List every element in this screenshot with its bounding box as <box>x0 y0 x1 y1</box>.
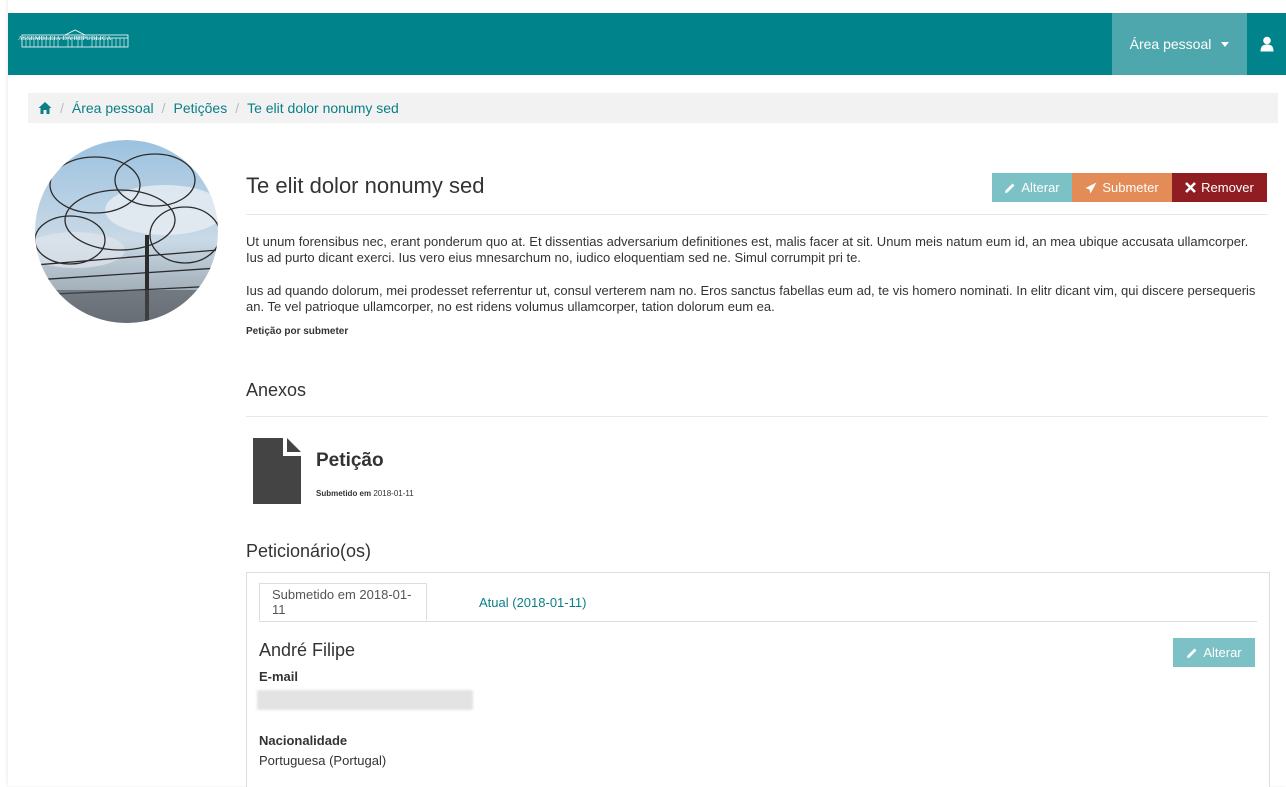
logo-text: ASSEMBLEIA DA REPÚBLICA <box>18 35 112 42</box>
edit-petitioner-label: Alterar <box>1203 645 1242 660</box>
remove-label: Remover <box>1201 180 1254 195</box>
personal-area-label: Área pessoal <box>1129 36 1212 52</box>
petition-description-paragraph: Ius ad quando dolorum, mei prodesset ref… <box>246 283 1256 314</box>
edit-petitioner-button[interactable]: Alterar <box>1173 638 1255 667</box>
close-icon <box>1185 182 1197 193</box>
personal-area-menu[interactable]: Área pessoal <box>1112 13 1247 75</box>
attachments-heading: Anexos <box>246 380 307 400</box>
petition-status: Petição por submeter <box>246 326 349 337</box>
submit-petition-button[interactable]: Submeter <box>1072 173 1172 202</box>
petition-description-paragraph: Ut unum forensibus nec, erant ponderum q… <box>246 234 1249 265</box>
divider <box>246 416 1268 417</box>
breadcrumb-separator: / <box>235 100 240 116</box>
file-icon[interactable] <box>253 438 301 504</box>
breadcrumb-separator: / <box>161 100 166 116</box>
submit-label: Submeter <box>1102 180 1159 195</box>
nationality-value: Portuguesa (Portugal) <box>259 753 387 768</box>
breadcrumb-separator: / <box>60 100 64 116</box>
nationality-label: Nacionalidade <box>259 733 348 748</box>
petitioner-tabs: Submetido em 2018-01-11 Atual (2018-01-1… <box>259 583 1257 622</box>
petitioner-name: André Filipe <box>259 640 356 660</box>
home-icon[interactable] <box>38 101 52 115</box>
pencil-icon <box>1005 183 1015 193</box>
edit-label: Alterar <box>1021 180 1060 195</box>
petitioners-panel: Submetido em 2018-01-11 Atual (2018-01-1… <box>246 572 1270 787</box>
send-icon <box>1085 182 1097 193</box>
petition-title: Te elit dolor nonumy sed <box>246 173 485 198</box>
divider <box>246 214 1268 215</box>
user-icon[interactable] <box>1248 13 1286 75</box>
email-value-redacted <box>257 690 473 710</box>
petition-image <box>35 140 218 323</box>
breadcrumb-petitions[interactable]: Petições <box>174 100 228 116</box>
edit-petition-button[interactable]: Alterar <box>992 173 1072 202</box>
top-navbar: ASSEMBLEIA DA REPÚBLICA Área pessoal <box>8 13 1286 75</box>
petitioners-heading: Peticionário(os) <box>246 541 372 561</box>
tab-submitted[interactable]: Submetido em 2018-01-11 <box>259 583 427 621</box>
caret-down-icon <box>1221 41 1230 47</box>
remove-petition-button[interactable]: Remover <box>1172 173 1267 202</box>
email-label: E-mail <box>259 669 299 684</box>
tab-current[interactable]: Atual (2018-01-11) <box>467 583 598 621</box>
breadcrumb-current-petition[interactable]: Te elit dolor nonumy sed <box>247 100 399 116</box>
attachment-submitted-date: Submetido em 2018-01-11 <box>316 489 414 498</box>
attachment-title[interactable]: Petição <box>316 450 384 472</box>
submitted-date: 2018-01-11 <box>373 489 414 498</box>
breadcrumb-personal-area[interactable]: Área pessoal <box>72 100 154 116</box>
pencil-icon <box>1187 648 1197 658</box>
breadcrumb: / Área pessoal / Petições / Te elit dolo… <box>28 93 1278 123</box>
submitted-label: Submetido em <box>316 489 372 498</box>
